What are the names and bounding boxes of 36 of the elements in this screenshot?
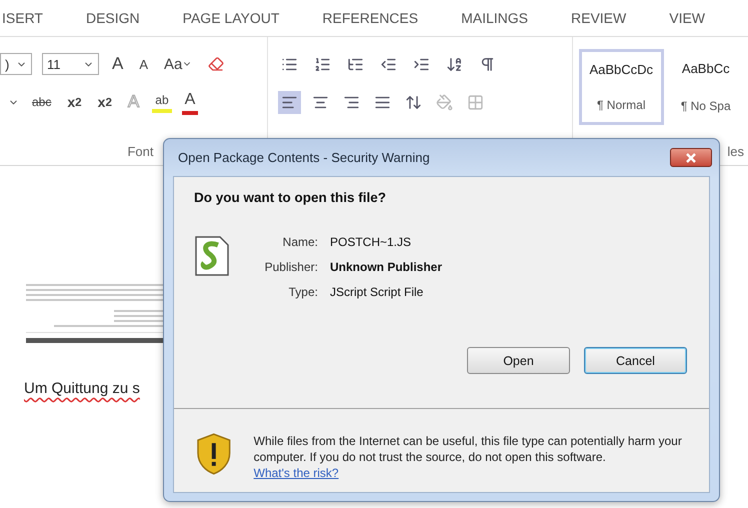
ribbon-tab[interactable]: REFERENCES bbox=[322, 10, 418, 26]
font-color-button[interactable]: A bbox=[182, 89, 198, 115]
font-size-field[interactable]: 11 bbox=[42, 53, 99, 75]
open-button[interactable]: Open bbox=[467, 347, 570, 374]
ribbon-tab[interactable]: ISERT bbox=[2, 10, 43, 26]
risk-link[interactable]: What's the risk? bbox=[254, 466, 339, 480]
ribbon-tab[interactable]: MAILINGS bbox=[461, 10, 528, 26]
dialog-title: Open Package Contents - Security Warning bbox=[178, 150, 430, 165]
style-tile[interactable]: AaBbCcDc ¶ Normal bbox=[579, 49, 664, 125]
group-label: Font bbox=[127, 144, 154, 159]
align-left-icon[interactable] bbox=[278, 90, 301, 114]
shrink-font-button[interactable]: A bbox=[136, 54, 152, 74]
group-label: les bbox=[727, 144, 744, 159]
cancel-button[interactable]: Cancel bbox=[584, 347, 687, 374]
ribbon-tab[interactable]: REVIEW bbox=[571, 10, 626, 26]
strikethrough-button[interactable]: abc bbox=[29, 93, 54, 111]
script-file-icon bbox=[194, 235, 230, 277]
warning-shield-icon bbox=[196, 433, 232, 475]
field-label: Name: bbox=[282, 235, 318, 249]
field-value: JScript Script File bbox=[330, 285, 424, 299]
close-button[interactable] bbox=[670, 148, 712, 167]
change-case-button[interactable]: Aa bbox=[161, 54, 196, 74]
ribbon-tab[interactable]: DESIGN bbox=[86, 10, 140, 26]
highlight-button[interactable]: ab bbox=[152, 91, 172, 113]
document-text: Um Quittung zu s bbox=[24, 380, 141, 397]
ribbon-tab[interactable]: PAGE LAYOUT bbox=[182, 10, 280, 26]
font-name-field[interactable]: ) bbox=[0, 53, 32, 75]
field-value: POSTCH~1.JS bbox=[330, 235, 412, 249]
warning-text: While files from the Internet can be useful, this file type can potentially harm your computer. If you do not trust the source, do not open this software. What's the risk? bbox=[254, 433, 683, 481]
field-label: Publisher: bbox=[264, 260, 318, 274]
field-label: Type: bbox=[288, 285, 318, 299]
close-icon bbox=[685, 152, 697, 162]
dialog-question: Do you want to open this file? bbox=[194, 190, 387, 205]
field-value: Unknown Publisher bbox=[330, 260, 442, 274]
grow-font-button[interactable]: A bbox=[109, 52, 126, 76]
ribbon-tab[interactable]: VIEW bbox=[669, 10, 706, 26]
